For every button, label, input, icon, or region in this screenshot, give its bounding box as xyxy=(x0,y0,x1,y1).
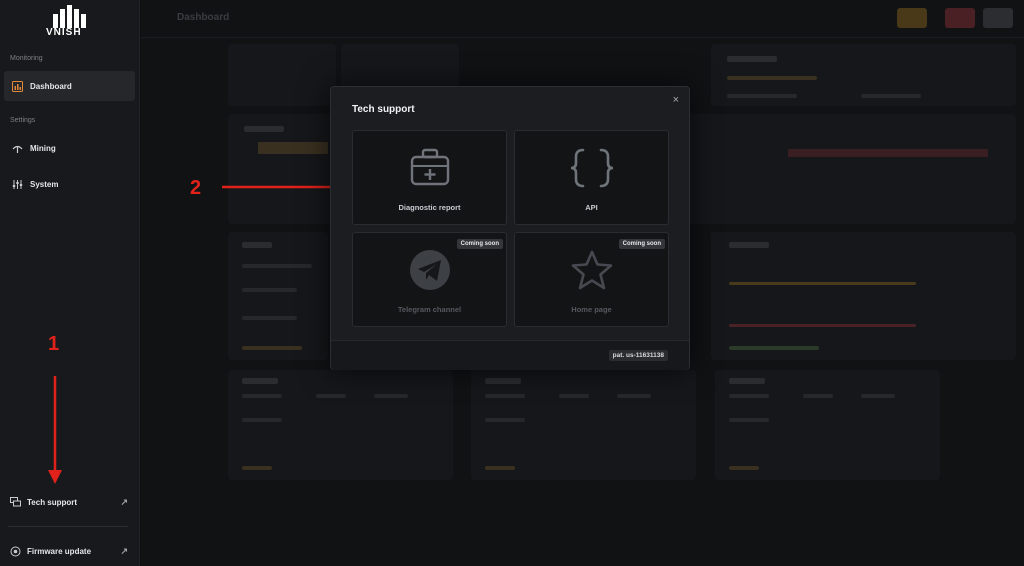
modal-footer: pat. us-11631138 xyxy=(331,340,689,370)
tile-label: Telegram channel xyxy=(397,305,462,314)
stat-card xyxy=(228,44,336,106)
cooling-card xyxy=(711,232,1016,360)
sidebar-item-system[interactable]: System xyxy=(4,169,135,199)
modal-title: Tech support xyxy=(352,104,415,115)
board-card-3 xyxy=(715,370,940,480)
chart-icon xyxy=(12,80,23,92)
star-icon xyxy=(571,250,612,290)
sidebar: VNISH Monitoring Dashboard Settings Mini… xyxy=(0,0,140,566)
tile-label: Diagnostic report xyxy=(398,203,461,212)
sidebar-item-label: System xyxy=(30,179,59,189)
braces-icon xyxy=(570,148,613,188)
telegram-icon xyxy=(409,250,450,290)
toolbar-button-orange[interactable] xyxy=(897,8,927,28)
coming-soon-badge: Coming soon xyxy=(618,239,665,249)
sliders-icon xyxy=(12,179,23,189)
page-title: Dashboard xyxy=(177,12,230,23)
medkit-icon xyxy=(410,148,449,186)
stat-card xyxy=(711,44,1016,106)
tile-diagnostic-report[interactable]: Diagnostic report xyxy=(352,130,507,225)
annotation-number-2: 2 xyxy=(190,177,202,199)
tech-support-link[interactable]: Tech support ↗ xyxy=(10,497,128,508)
tile-home-page[interactable]: Coming soon Home page xyxy=(514,232,669,327)
external-link-icon: ↗ xyxy=(120,546,128,556)
sidebar-item-label: Mining xyxy=(30,143,56,153)
pools-card xyxy=(228,232,328,360)
version-badge: pat. us-11631138 xyxy=(608,350,668,361)
section-label-settings: Settings xyxy=(10,117,36,124)
close-icon[interactable]: × xyxy=(673,94,679,106)
tile-label: Home page xyxy=(571,305,612,314)
board-card-2 xyxy=(471,370,696,480)
tech-support-modal: Tech support × Diagnostic report API Com… xyxy=(330,86,690,370)
pickaxe-icon xyxy=(12,145,23,153)
sidebar-item-dashboard[interactable]: Dashboard xyxy=(4,71,135,101)
top-bar: Dashboard xyxy=(141,0,1024,38)
chip-icon xyxy=(10,546,21,557)
firmware-update-label: Firmware update xyxy=(27,547,92,556)
firmware-update-link[interactable]: Firmware update ↗ xyxy=(10,546,128,557)
tech-support-label: Tech support xyxy=(27,498,78,507)
sidebar-item-mining[interactable]: Mining xyxy=(4,133,135,163)
external-link-icon: ↗ xyxy=(120,497,128,507)
chat-icon xyxy=(10,497,21,507)
chart-band-red xyxy=(788,149,988,157)
toolbar-button-red[interactable] xyxy=(945,8,975,28)
annotation-number-1: 1 xyxy=(48,333,60,355)
toolbar-button-gray[interactable] xyxy=(983,8,1013,28)
tile-telegram-channel[interactable]: Coming soon Telegram channel xyxy=(352,232,507,327)
logo-text: VNISH xyxy=(46,27,82,38)
board-card-1 xyxy=(228,370,453,480)
tile-label: API xyxy=(585,203,598,212)
sidebar-divider xyxy=(8,526,128,527)
chart-band-orange xyxy=(258,142,328,154)
section-label-monitoring: Monitoring xyxy=(10,55,43,62)
tile-api[interactable]: API xyxy=(514,130,669,225)
sidebar-item-label: Dashboard xyxy=(30,81,72,91)
coming-soon-badge: Coming soon xyxy=(456,239,503,249)
app-root: VNISH Monitoring Dashboard Settings Mini… xyxy=(0,0,1024,566)
